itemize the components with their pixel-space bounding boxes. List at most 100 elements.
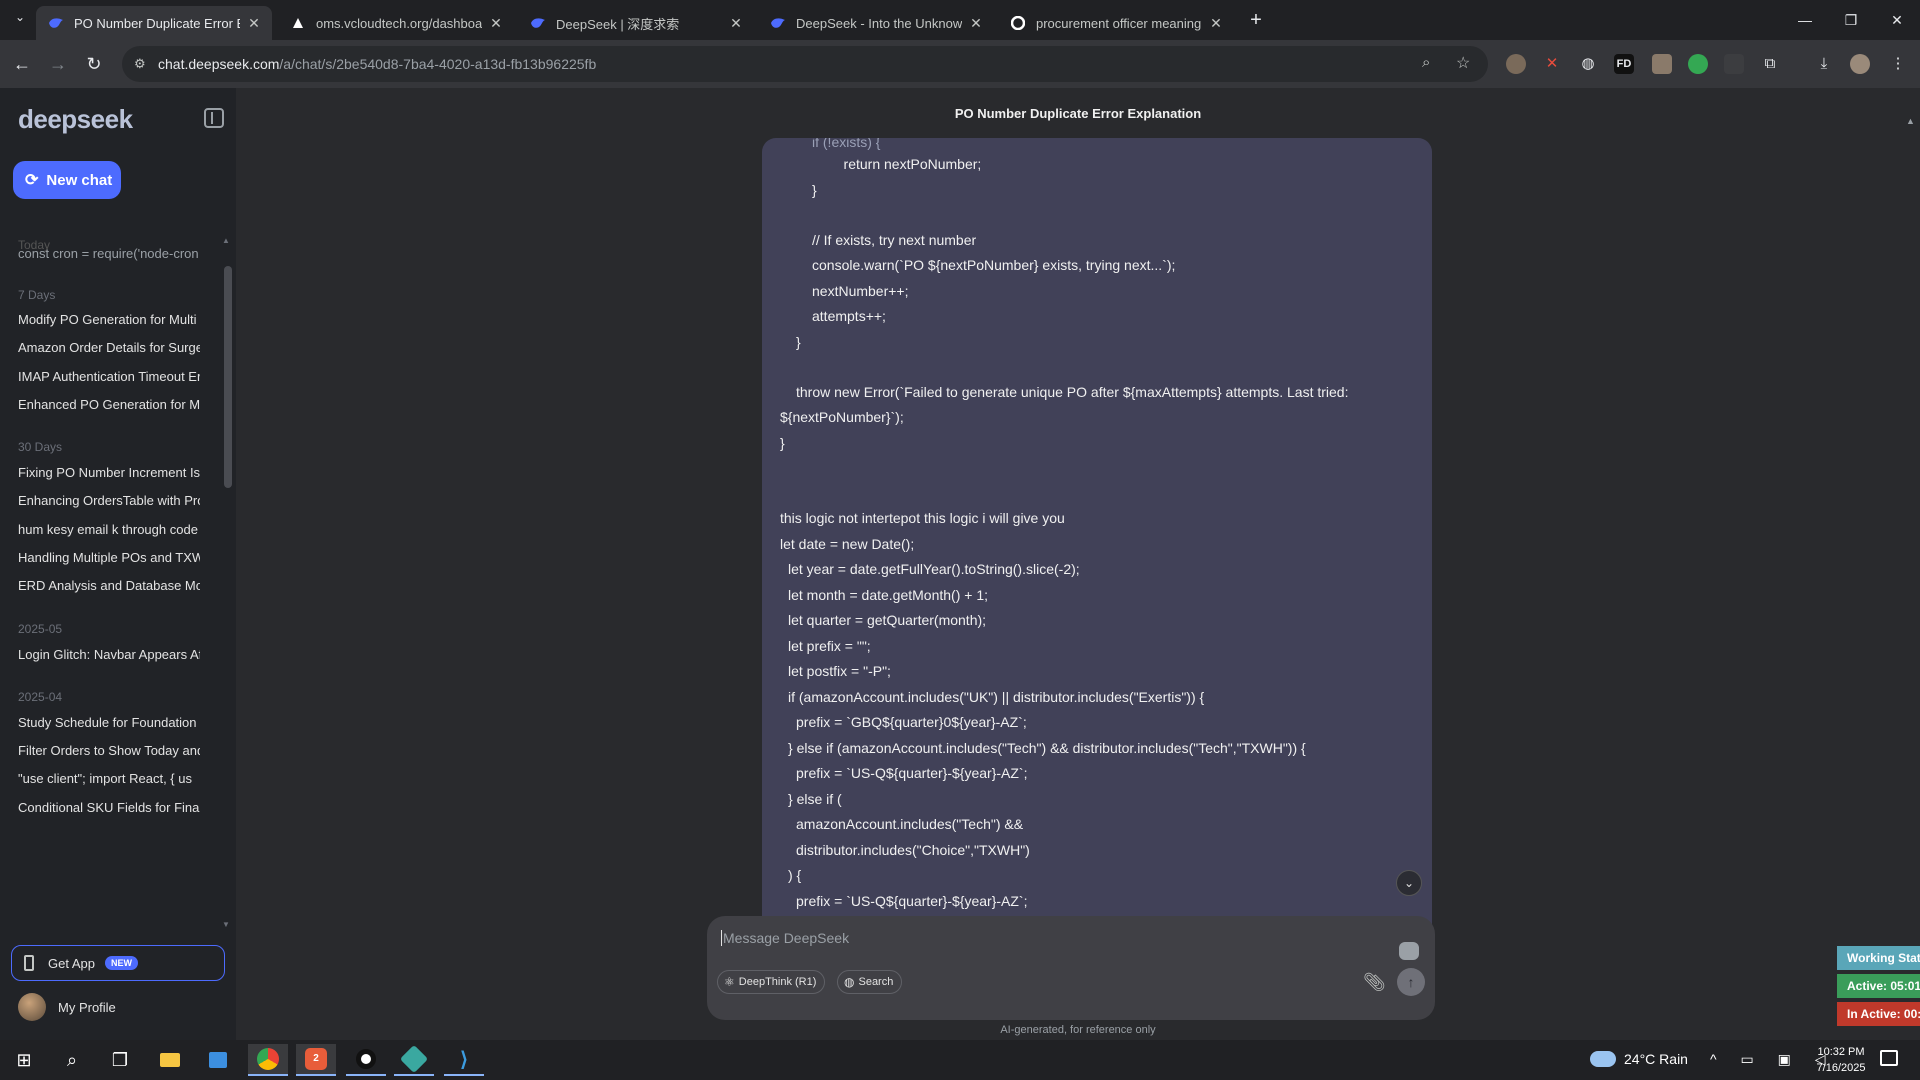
code-line: prefix = `US-Q${quarter}-${year}-AZ`;: [796, 893, 1028, 909]
app-teal-icon[interactable]: [394, 1044, 434, 1076]
extensions-puzzle-icon[interactable]: ⧉: [1760, 54, 1780, 74]
profile-avatar-icon[interactable]: [1850, 54, 1870, 74]
history-item[interactable]: Enhanced PO Generation for Mu: [18, 397, 200, 412]
tab-po-number[interactable]: PO Number Duplicate Error Exp ✕: [36, 6, 272, 40]
extension-image-icon[interactable]: [1652, 54, 1672, 74]
store-icon[interactable]: [198, 1044, 238, 1076]
bot-icon[interactable]: [1399, 942, 1419, 960]
url-text[interactable]: chat.deepseek.com/a/chat/s/2be540d8-7ba4…: [158, 56, 596, 72]
sidebar-scrollbar[interactable]: [224, 266, 232, 488]
profile-label: My Profile: [58, 999, 116, 1015]
chat-plus-icon: ⟳: [25, 172, 39, 189]
windows-start-icon[interactable]: ⊞: [4, 1044, 44, 1076]
chat-title: PO Number Duplicate Error Explanation: [954, 106, 1202, 121]
close-icon[interactable]: ✕: [728, 15, 744, 32]
message-input[interactable]: Message DeepSeek: [721, 930, 849, 946]
history-item[interactable]: Fixing PO Number Increment Iss: [18, 465, 200, 480]
active-time-panel: Active: 05:01: [1837, 974, 1920, 998]
close-icon[interactable]: ✕: [1208, 15, 1224, 32]
history-item[interactable]: Enhancing OrdersTable with Pro: [18, 493, 200, 508]
paperclip-icon[interactable]: 📎︎: [1363, 972, 1386, 993]
tab-deepseek-cn[interactable]: DeepSeek | 深度求索 ✕: [518, 6, 754, 40]
history-item[interactable]: hum kesy email k through code: [18, 522, 200, 537]
deepthink-toggle[interactable]: ⚛ DeepThink (R1): [717, 970, 826, 994]
tab-oms-dashboard[interactable]: oms.vcloudtech.org/dashboard ✕: [278, 6, 514, 40]
google-g-icon: [1010, 15, 1026, 31]
code-line: } else if (amazonAccount.includes("Tech"…: [788, 740, 1306, 756]
download-icon[interactable]: ⤓: [1814, 54, 1834, 74]
file-explorer-icon[interactable]: [150, 1044, 190, 1076]
extension-dark-icon[interactable]: [1724, 54, 1744, 74]
reload-button[interactable]: ↻: [82, 52, 106, 76]
app-black-icon[interactable]: [346, 1044, 386, 1076]
tab-search-button[interactable]: ⌄: [8, 10, 32, 30]
page-scroll-up-icon[interactable]: ▲: [1906, 116, 1915, 126]
extension-fd-icon[interactable]: FD: [1614, 54, 1634, 74]
address-bar[interactable]: ⚙ chat.deepseek.com/a/chat/s/2be540d8-7b…: [122, 46, 1488, 82]
code-line: return nextPoNumber;: [828, 156, 982, 172]
history-item[interactable]: ERD Analysis and Database Mod: [18, 578, 200, 593]
extension-x-icon[interactable]: ✕: [1542, 54, 1562, 74]
new-chat-button[interactable]: ⟳ New chat: [13, 161, 121, 199]
sidebar-toggle-icon[interactable]: [204, 108, 224, 128]
close-icon[interactable]: ✕: [246, 15, 262, 32]
get-app-button[interactable]: Get App NEW: [11, 945, 225, 981]
back-button[interactable]: ←: [10, 52, 34, 76]
code-line: attempts++;: [812, 308, 886, 324]
history-item[interactable]: Filter Orders to Show Today and: [18, 743, 200, 758]
restore-button[interactable]: ❐: [1836, 8, 1866, 32]
search-toggle[interactable]: ◍ Search: [837, 970, 903, 994]
code-line: throw new Error(`Failed to generate uniq…: [796, 384, 1349, 400]
minimize-button[interactable]: —: [1790, 8, 1820, 32]
zoom-app-icon[interactable]: 2: [296, 1044, 336, 1076]
scroll-down-arrow-icon[interactable]: ▼: [222, 920, 230, 929]
history-item[interactable]: IMAP Authentication Timeout Er: [18, 369, 200, 384]
chrome-icon[interactable]: [248, 1044, 288, 1076]
bookmark-star-icon[interactable]: ☆: [1456, 53, 1470, 73]
working-status-panel[interactable]: Working Stat: [1837, 946, 1920, 970]
code-line: let year = date.getFullYear().toString()…: [788, 561, 1080, 577]
group-label: 7 Days: [18, 288, 56, 302]
history-item[interactable]: "use client"; import React, { us: [18, 771, 200, 786]
history-item[interactable]: Login Glitch: Navbar Appears Af: [18, 647, 200, 662]
extension-globe-icon[interactable]: ◍: [1578, 54, 1598, 74]
tab-deepseek-unknown[interactable]: DeepSeek - Into the Unknown ✕: [758, 6, 994, 40]
new-tab-button[interactable]: +: [1244, 8, 1268, 32]
close-window-button[interactable]: ✕: [1882, 8, 1912, 32]
history-item[interactable]: Conditional SKU Fields for Finan: [18, 800, 200, 815]
site-info-icon[interactable]: ⚙: [134, 56, 146, 72]
code-line: } else if (: [788, 791, 842, 807]
extension-avatar-icon[interactable]: [1506, 54, 1526, 74]
close-icon[interactable]: ✕: [968, 15, 984, 32]
forward-button[interactable]: →: [46, 52, 70, 76]
history-item[interactable]: Study Schedule for Foundation U: [18, 715, 200, 730]
group-label: 2025-05: [18, 622, 63, 636]
history-item[interactable]: Amazon Order Details for Surge: [18, 340, 200, 355]
history-item[interactable]: Modify PO Generation for Multi: [18, 312, 200, 327]
deepseek-logo[interactable]: deepseek: [18, 104, 133, 135]
send-button[interactable]: ↑: [1397, 968, 1425, 996]
scroll-up-arrow-icon[interactable]: ▲: [222, 236, 230, 245]
atom-icon: ⚛: [724, 975, 735, 989]
weather-widget[interactable]: 24°C Rain: [1590, 1051, 1688, 1067]
zoom-icon[interactable]: ⌕: [1422, 54, 1430, 71]
task-view-icon[interactable]: ❐: [100, 1044, 140, 1076]
tab-procurement[interactable]: procurement officer meaning - ✕: [998, 6, 1234, 40]
history-item[interactable]: const cron = require('node-cron: [18, 246, 200, 261]
notifications-icon[interactable]: [1880, 1050, 1898, 1066]
vscode-icon[interactable]: ⟩: [444, 1044, 484, 1076]
profile-button[interactable]: My Profile: [18, 993, 116, 1021]
code-line: console.warn(`PO ${nextPoNumber} exists,…: [812, 257, 1176, 273]
browser-toolbar: ← → ↻ ⚙ chat.deepseek.com/a/chat/s/2be54…: [0, 40, 1920, 88]
search-icon[interactable]: ⌕: [52, 1044, 92, 1076]
code-line: // If exists, try next number: [812, 232, 977, 248]
close-icon[interactable]: ✕: [488, 15, 504, 32]
tab-strip: ⌄ PO Number Duplicate Error Exp ✕ oms.vc…: [0, 0, 1920, 40]
scroll-to-bottom-button[interactable]: ⌄: [1396, 870, 1422, 896]
extension-green-icon[interactable]: [1688, 54, 1708, 74]
message-composer[interactable]: Message DeepSeek ⚛ DeepThink (R1) ◍ Sear…: [707, 916, 1435, 1020]
clock[interactable]: 10:32 PM 7/16/2025: [1806, 1044, 1876, 1076]
history-item[interactable]: Handling Multiple POs and TXW: [18, 550, 200, 565]
user-message-bubble: if (!exists) { return nextPoNumber; } //…: [762, 138, 1432, 1004]
menu-kebab-icon[interactable]: ⋮: [1888, 54, 1908, 74]
